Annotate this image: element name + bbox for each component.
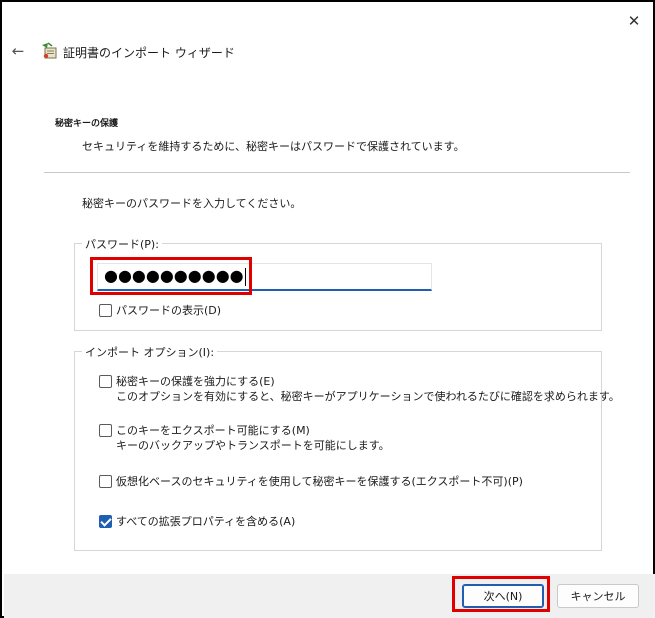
option-exportable-row[interactable]: このキーをエクスポート可能にする(M) キーのバックアップやトランスポートを可能… <box>99 423 390 453</box>
import-options-legend: インポート オプション(I): <box>82 344 218 360</box>
certificate-import-wizard-window: ✕ ← 証明書のインポート ウィザード 秘密キーの保護 セキュリティを維持するた… <box>0 0 655 618</box>
show-password-checkbox[interactable] <box>99 304 112 317</box>
show-password-checkbox-row[interactable]: パスワードの表示(D) <box>99 303 221 318</box>
back-arrow-icon: ← <box>11 42 25 60</box>
show-password-label: パスワードの表示(D) <box>116 304 222 317</box>
back-button[interactable]: ← <box>8 40 28 62</box>
certificate-wizard-icon <box>42 42 57 59</box>
wizard-title: 証明書のインポート ウィザード <box>63 46 235 60</box>
text-caret <box>244 267 246 286</box>
section-description: セキュリティを維持するために、秘密キーはパスワードで保護されています。 <box>82 140 465 153</box>
section-title: 秘密キーの保護 <box>55 119 119 129</box>
close-button[interactable]: ✕ <box>620 8 648 34</box>
password-input[interactable]: ●●●●●●●●●● <box>97 263 432 291</box>
exportable-label: このキーをエクスポート可能にする(M) <box>116 424 310 437</box>
exportable-description: キーのバックアップやトランスポートを可能にします。 <box>116 439 390 452</box>
strong-protection-description: このオプションを有効にすると、秘密キーがアプリケーションで使われるたびに確認を求… <box>116 390 620 403</box>
vbs-checkbox[interactable] <box>99 475 112 488</box>
strong-protection-checkbox[interactable] <box>99 375 112 388</box>
strong-protection-label: 秘密キーの保護を強力にする(E) <box>116 375 275 388</box>
cancel-button[interactable]: キャンセル <box>557 584 639 608</box>
vbs-label: 仮想化ベースのセキュリティを使用して秘密キーを保護する(エクスポート不可)(P) <box>116 475 523 488</box>
option-strong-protection-row[interactable]: 秘密キーの保護を強力にする(E) このオプションを有効にすると、秘密キーがアプリ… <box>99 374 620 404</box>
close-icon: ✕ <box>627 12 641 30</box>
exportable-checkbox[interactable] <box>99 424 112 437</box>
header-divider <box>44 172 630 173</box>
password-legend: パスワード(P): <box>82 236 162 252</box>
option-vbs-row[interactable]: 仮想化ベースのセキュリティを使用して秘密キーを保護する(エクスポート不可)(P) <box>99 474 523 489</box>
option-extended-properties-row[interactable]: すべての拡張プロパティを含める(A) <box>99 514 295 529</box>
next-button[interactable]: 次へ(N) <box>462 584 544 608</box>
extended-properties-label: すべての拡張プロパティを含める(A) <box>116 515 296 528</box>
password-value: ●●●●●●●●●● <box>104 266 244 285</box>
password-prompt: 秘密キーのパスワードを入力してください。 <box>82 197 302 210</box>
extended-properties-checkbox[interactable] <box>99 515 112 528</box>
